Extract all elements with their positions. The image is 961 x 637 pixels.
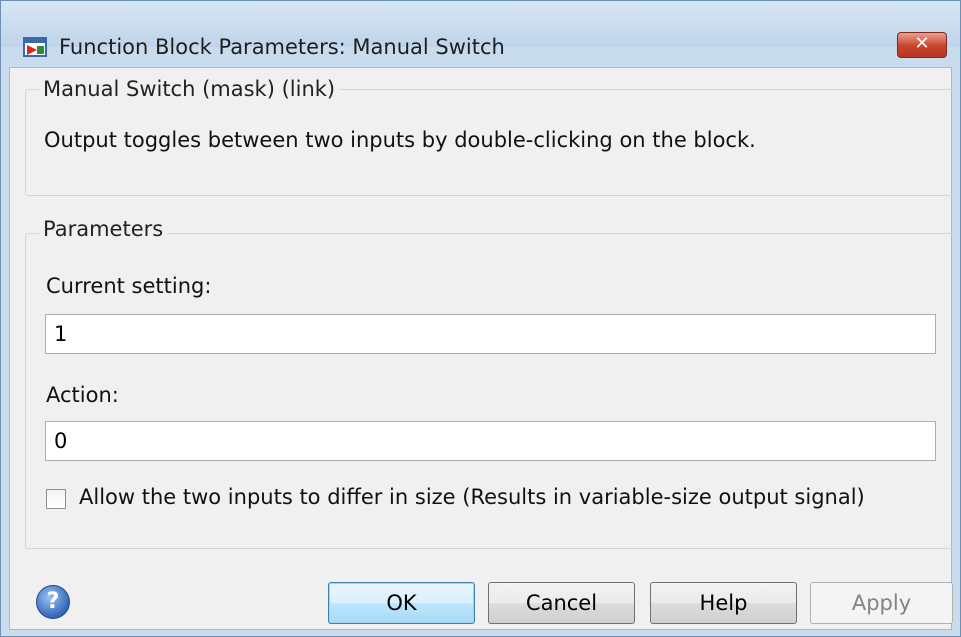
close-icon: ✕ xyxy=(914,33,930,54)
apply-button: Apply xyxy=(810,582,953,624)
parameters-legend: Parameters xyxy=(39,217,168,241)
ok-button[interactable]: OK xyxy=(328,582,475,624)
current-setting-input[interactable] xyxy=(45,314,936,354)
window-title: Function Block Parameters: Manual Switch xyxy=(59,35,505,59)
help-button[interactable]: Help xyxy=(650,582,797,624)
mask-group-legend: Manual Switch (mask) (link) xyxy=(39,77,340,101)
simulink-block-icon xyxy=(23,37,47,57)
dialog-window: Function Block Parameters: Manual Switch… xyxy=(0,0,961,637)
allow-differ-label[interactable]: Allow the two inputs to differ in size (… xyxy=(79,485,865,509)
close-button[interactable]: ✕ xyxy=(897,32,947,58)
current-setting-label: Current setting: xyxy=(46,274,212,298)
help-icon[interactable]: ? xyxy=(36,585,70,619)
help-icon-glyph: ? xyxy=(46,589,60,614)
allow-differ-checkbox[interactable] xyxy=(46,489,66,509)
action-label: Action: xyxy=(46,383,119,407)
mask-description: Output toggles between two inputs by dou… xyxy=(44,128,756,152)
cancel-button[interactable]: Cancel xyxy=(488,582,635,624)
action-input[interactable] xyxy=(45,421,936,461)
